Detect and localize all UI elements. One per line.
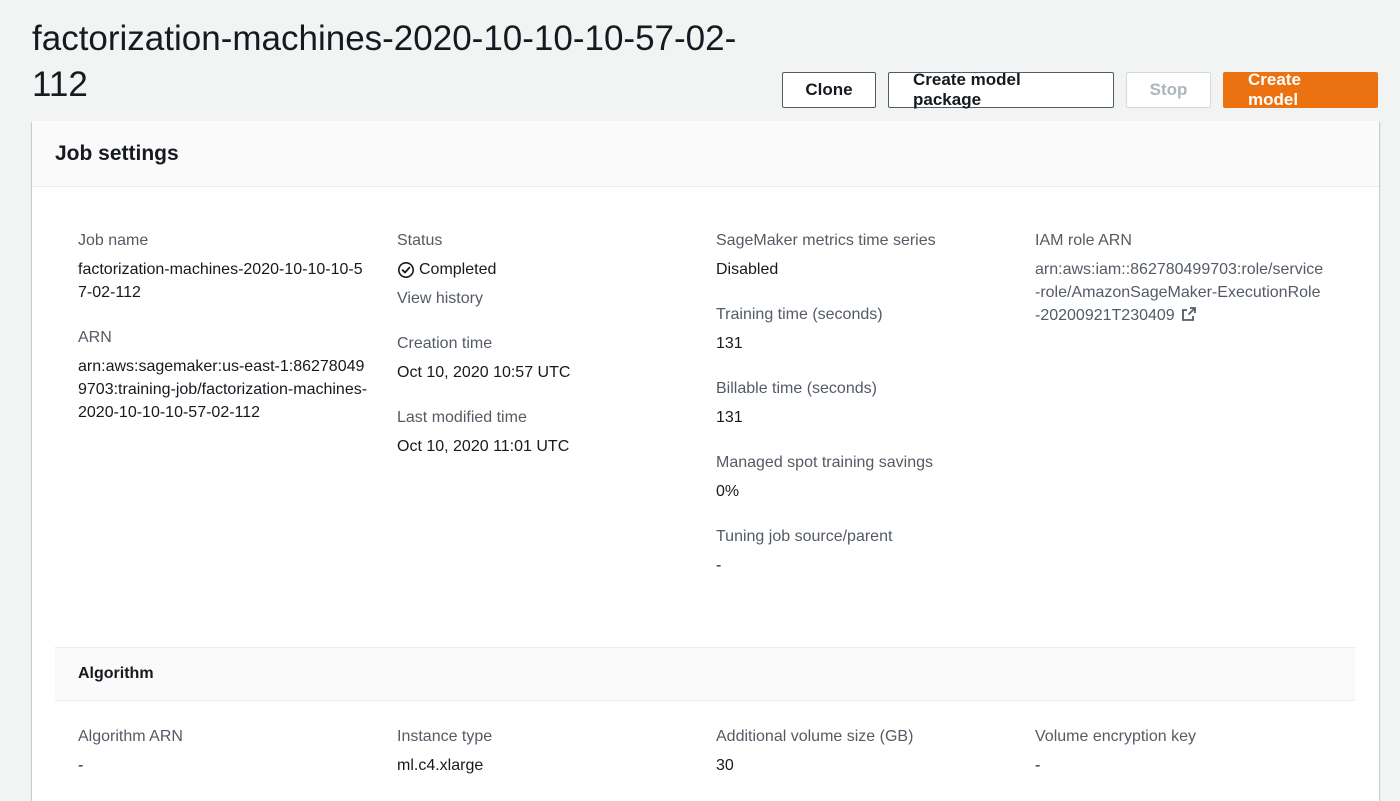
- create-model-button[interactable]: Create model: [1223, 70, 1378, 109]
- instance-type-value: ml.c4.xlarge: [397, 757, 484, 774]
- algorithm-arn-value: -: [78, 757, 84, 774]
- column-iam: IAM role ARN arn:aws:iam::862780499703:r…: [1035, 229, 1325, 349]
- view-history-link[interactable]: View history: [397, 287, 687, 310]
- billable-time-value: 131: [716, 409, 743, 426]
- volume-size-label: Additional volume size (GB): [716, 728, 914, 745]
- training-time-label: Training time (seconds): [716, 306, 883, 323]
- arn-label: ARN: [78, 329, 112, 346]
- algorithm-arn-field: Algorithm ARN -: [78, 725, 368, 777]
- column-metrics: SageMaker metrics time series Disabled T…: [716, 229, 1006, 599]
- algorithm-arn-label: Algorithm ARN: [78, 728, 183, 745]
- status-value: Completed: [397, 258, 687, 281]
- iam-role-link[interactable]: arn:aws:iam::862780499703:role/service-r…: [1035, 261, 1323, 324]
- creation-time-label: Creation time: [397, 335, 493, 352]
- header-actions: Clone Create model package Stop Create m…: [782, 70, 1378, 109]
- arn-field: ARN arn:aws:sagemaker:us-east-1:86278049…: [78, 326, 368, 424]
- volume-size-value: 30: [716, 757, 734, 774]
- training-time-value: 131: [716, 335, 743, 352]
- creation-time-field: Creation time Oct 10, 2020 10:57 UTC: [397, 332, 687, 384]
- algorithm-heading: Algorithm: [78, 665, 154, 682]
- job-name-field: Job name factorization-machines-2020-10-…: [78, 229, 368, 304]
- external-link-icon[interactable]: [1181, 306, 1197, 322]
- instance-type-label: Instance type: [397, 728, 493, 745]
- encryption-key-field: Volume encryption key -: [1035, 725, 1325, 777]
- last-modified-field: Last modified time Oct 10, 2020 11:01 UT…: [397, 406, 687, 458]
- clone-button[interactable]: Clone: [782, 72, 876, 108]
- iam-value: arn:aws:iam::862780499703:role/service-r…: [1035, 258, 1325, 327]
- job-name-value: factorization-machines-2020-10-10-10-57-…: [78, 261, 363, 301]
- job-name-label: Job name: [78, 232, 149, 249]
- column-status: Status Completed View history Creation t…: [397, 229, 687, 480]
- spot-savings-value: 0%: [716, 483, 740, 500]
- stop-button: Stop: [1126, 72, 1211, 108]
- metrics-value: Disabled: [716, 261, 779, 278]
- last-modified-label: Last modified time: [397, 409, 527, 426]
- metrics-label: SageMaker metrics time series: [716, 232, 936, 249]
- status-text: Completed: [419, 261, 497, 278]
- status-field: Status Completed View history: [397, 229, 687, 310]
- last-modified-value: Oct 10, 2020 11:01 UTC: [397, 438, 570, 455]
- metrics-field: SageMaker metrics time series Disabled: [716, 229, 1006, 281]
- job-settings-heading: Job settings: [55, 141, 179, 165]
- algorithm-header: Algorithm: [55, 647, 1355, 701]
- status-label: Status: [397, 232, 443, 249]
- column-job: Job name factorization-machines-2020-10-…: [78, 229, 368, 446]
- creation-time-value: Oct 10, 2020 10:57 UTC: [397, 364, 571, 381]
- instance-type-field: Instance type ml.c4.xlarge: [397, 725, 687, 777]
- training-time-field: Training time (seconds) 131: [716, 303, 1006, 355]
- billable-time-field: Billable time (seconds) 131: [716, 377, 1006, 429]
- volume-size-field: Additional volume size (GB) 30: [716, 725, 1006, 777]
- page-title: factorization-machines-2020-10-10-10-57-…: [32, 19, 737, 104]
- iam-label: IAM role ARN: [1035, 232, 1132, 249]
- spot-savings-field: Managed spot training savings 0%: [716, 451, 1006, 503]
- billable-time-label: Billable time (seconds): [716, 380, 877, 397]
- tuning-label: Tuning job source/parent: [716, 528, 893, 545]
- encryption-key-value: -: [1035, 757, 1041, 774]
- tuning-value: -: [716, 557, 722, 574]
- job-settings-header: Job settings: [32, 121, 1379, 187]
- create-model-package-button[interactable]: Create model package: [888, 70, 1114, 109]
- job-settings-panel: Job settings Job name factorization-mach…: [32, 121, 1379, 801]
- arn-value: arn:aws:sagemaker:us-east-1:862780499703…: [78, 358, 368, 421]
- spot-savings-label: Managed spot training savings: [716, 454, 934, 471]
- tuning-field: Tuning job source/parent -: [716, 525, 1006, 577]
- iam-field: IAM role ARN arn:aws:iam::862780499703:r…: [1035, 229, 1325, 327]
- check-circle-icon: [398, 261, 414, 278]
- encryption-key-label: Volume encryption key: [1035, 728, 1196, 745]
